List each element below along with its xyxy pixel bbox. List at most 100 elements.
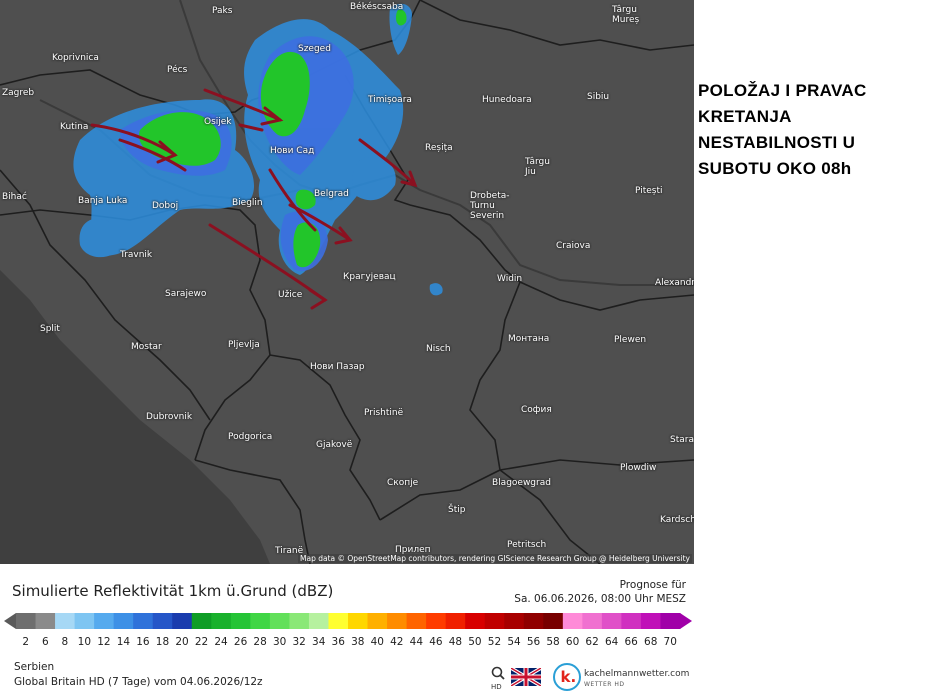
brand-name[interactable]: kachelmannwetter.com xyxy=(584,669,689,679)
city-label: Split xyxy=(40,324,60,334)
city-label: Craiova xyxy=(556,241,591,251)
scale-segment xyxy=(582,613,603,629)
scale-segment xyxy=(133,613,154,629)
city-label: Târgu Jiu xyxy=(525,157,550,177)
scale-segment xyxy=(387,613,408,629)
city-label: Travnik xyxy=(120,250,153,260)
scale-segment xyxy=(621,613,642,629)
city-label: Užice xyxy=(278,290,303,300)
scale-tick-label: 54 xyxy=(507,636,521,648)
scale-segment xyxy=(230,613,251,629)
city-label: Hunedoara xyxy=(482,95,532,105)
city-label: Banja Luka xyxy=(78,196,128,206)
scale-segment xyxy=(543,613,564,629)
scale-tick-label: 24 xyxy=(214,636,228,648)
scale-segment xyxy=(172,613,193,629)
city-label: Sarajewo xyxy=(165,289,207,299)
scale-tick-label: 46 xyxy=(429,636,443,648)
scale-segment xyxy=(191,613,212,629)
city-label: Dubrovnik xyxy=(146,412,193,422)
scale-tick-label: 16 xyxy=(136,636,150,648)
scale-segment xyxy=(367,613,388,629)
city-label: Reșița xyxy=(425,143,453,153)
scale-segment xyxy=(35,613,56,629)
city-label: Bieglin xyxy=(232,198,263,208)
color-scale-bar xyxy=(4,613,692,629)
scale-segment xyxy=(55,613,76,629)
city-label: Békéscsaba xyxy=(350,2,404,12)
city-label: Podgorica xyxy=(228,432,273,442)
scale-tick-label: 32 xyxy=(292,636,306,648)
map-attribution[interactable]: Map data © OpenStreetMap contributors, r… xyxy=(298,554,692,563)
scale-tick-label: 44 xyxy=(409,636,424,648)
scale-segment xyxy=(289,613,310,629)
city-label: Pécs xyxy=(167,65,188,75)
scale-segment xyxy=(94,613,115,629)
scale-segment xyxy=(465,613,486,629)
city-label: Kutina xyxy=(60,122,89,132)
scale-tick-label: 30 xyxy=(272,636,287,648)
city-label: Timișoara xyxy=(368,95,412,105)
scale-segment xyxy=(640,613,661,629)
scale-tick-label: 50 xyxy=(468,636,482,648)
city-label: София xyxy=(521,405,552,415)
city-label: Doboj xyxy=(152,201,179,211)
scale-tick-label: 38 xyxy=(351,636,365,648)
scale-tick-label: 6 xyxy=(41,636,49,648)
forecast-label: Prognose für xyxy=(619,579,686,591)
headline-line-4: SUBOTU OKO 08h xyxy=(698,159,852,178)
logo-k-icon: k. xyxy=(561,668,577,686)
city-label: Osijek xyxy=(204,117,232,127)
city-label: Widin xyxy=(497,274,523,284)
adriatic-sea xyxy=(0,270,270,564)
city-label: Prishtinë xyxy=(364,408,404,418)
scale-segment xyxy=(406,613,427,629)
scale-segment xyxy=(523,613,544,629)
city-label: Petritsch xyxy=(507,540,547,550)
scale-segment xyxy=(308,613,329,629)
city-label: Plowdiw xyxy=(620,463,657,473)
scale-tick-label: 48 xyxy=(448,636,463,648)
city-label: Нови Сад xyxy=(270,146,315,156)
scale-tick-label: 62 xyxy=(585,636,599,648)
city-label: Koprivnica xyxy=(52,53,99,63)
scale-arrow-left xyxy=(4,613,16,629)
city-label: Nisch xyxy=(426,344,451,354)
scale-segment xyxy=(504,613,525,629)
city-label: Bihać xyxy=(2,192,27,202)
scale-tick-label: 18 xyxy=(155,636,170,648)
city-label: Štip xyxy=(448,505,466,515)
scale-segment xyxy=(269,613,290,629)
uk-flag-icon[interactable] xyxy=(511,668,541,686)
region-label: Serbien xyxy=(14,661,55,673)
forecast-time: Sa. 06.06.2026, 08:00 Uhr MESZ xyxy=(514,593,686,605)
city-label: Pljevlja xyxy=(228,340,260,350)
zoom-hd-icon[interactable]: HD xyxy=(490,666,506,690)
scale-tick-label: 60 xyxy=(565,636,580,648)
scale-tick-label: 14 xyxy=(116,636,131,648)
brand-sub: WETTER HD xyxy=(584,681,625,688)
city-label: Sibiu xyxy=(587,92,610,102)
scale-segment xyxy=(348,613,369,629)
scale-arrow-right xyxy=(680,613,692,629)
city-label: Zagreb xyxy=(2,88,35,98)
scale-segment xyxy=(152,613,173,629)
city-label: Plewen xyxy=(614,335,647,345)
scale-tick-label: 70 xyxy=(663,636,677,648)
scale-segment xyxy=(484,613,505,629)
city-label: Alexandria xyxy=(655,278,694,288)
map-canvas xyxy=(0,0,694,564)
scale-segment xyxy=(445,613,466,629)
scale-tick-label: 8 xyxy=(61,636,69,648)
scale-segment xyxy=(16,613,37,629)
scale-tick-label: 36 xyxy=(331,636,345,648)
headline-line-1: POLOŽAJ I PRAVAC xyxy=(698,81,867,100)
scale-tick-label: 2 xyxy=(22,636,30,648)
city-label: Belgrad xyxy=(314,189,349,199)
weather-map[interactable]: Paks Békéscsaba Târgu Mureș Koprivnica Pécs Sz… xyxy=(0,0,694,564)
city-label: Paks xyxy=(212,6,233,16)
scale-tick-label: 66 xyxy=(624,636,638,648)
city-label: Крагујевац xyxy=(343,272,396,282)
scale-segment xyxy=(562,613,583,629)
scale-tick-label: 56 xyxy=(526,636,541,648)
